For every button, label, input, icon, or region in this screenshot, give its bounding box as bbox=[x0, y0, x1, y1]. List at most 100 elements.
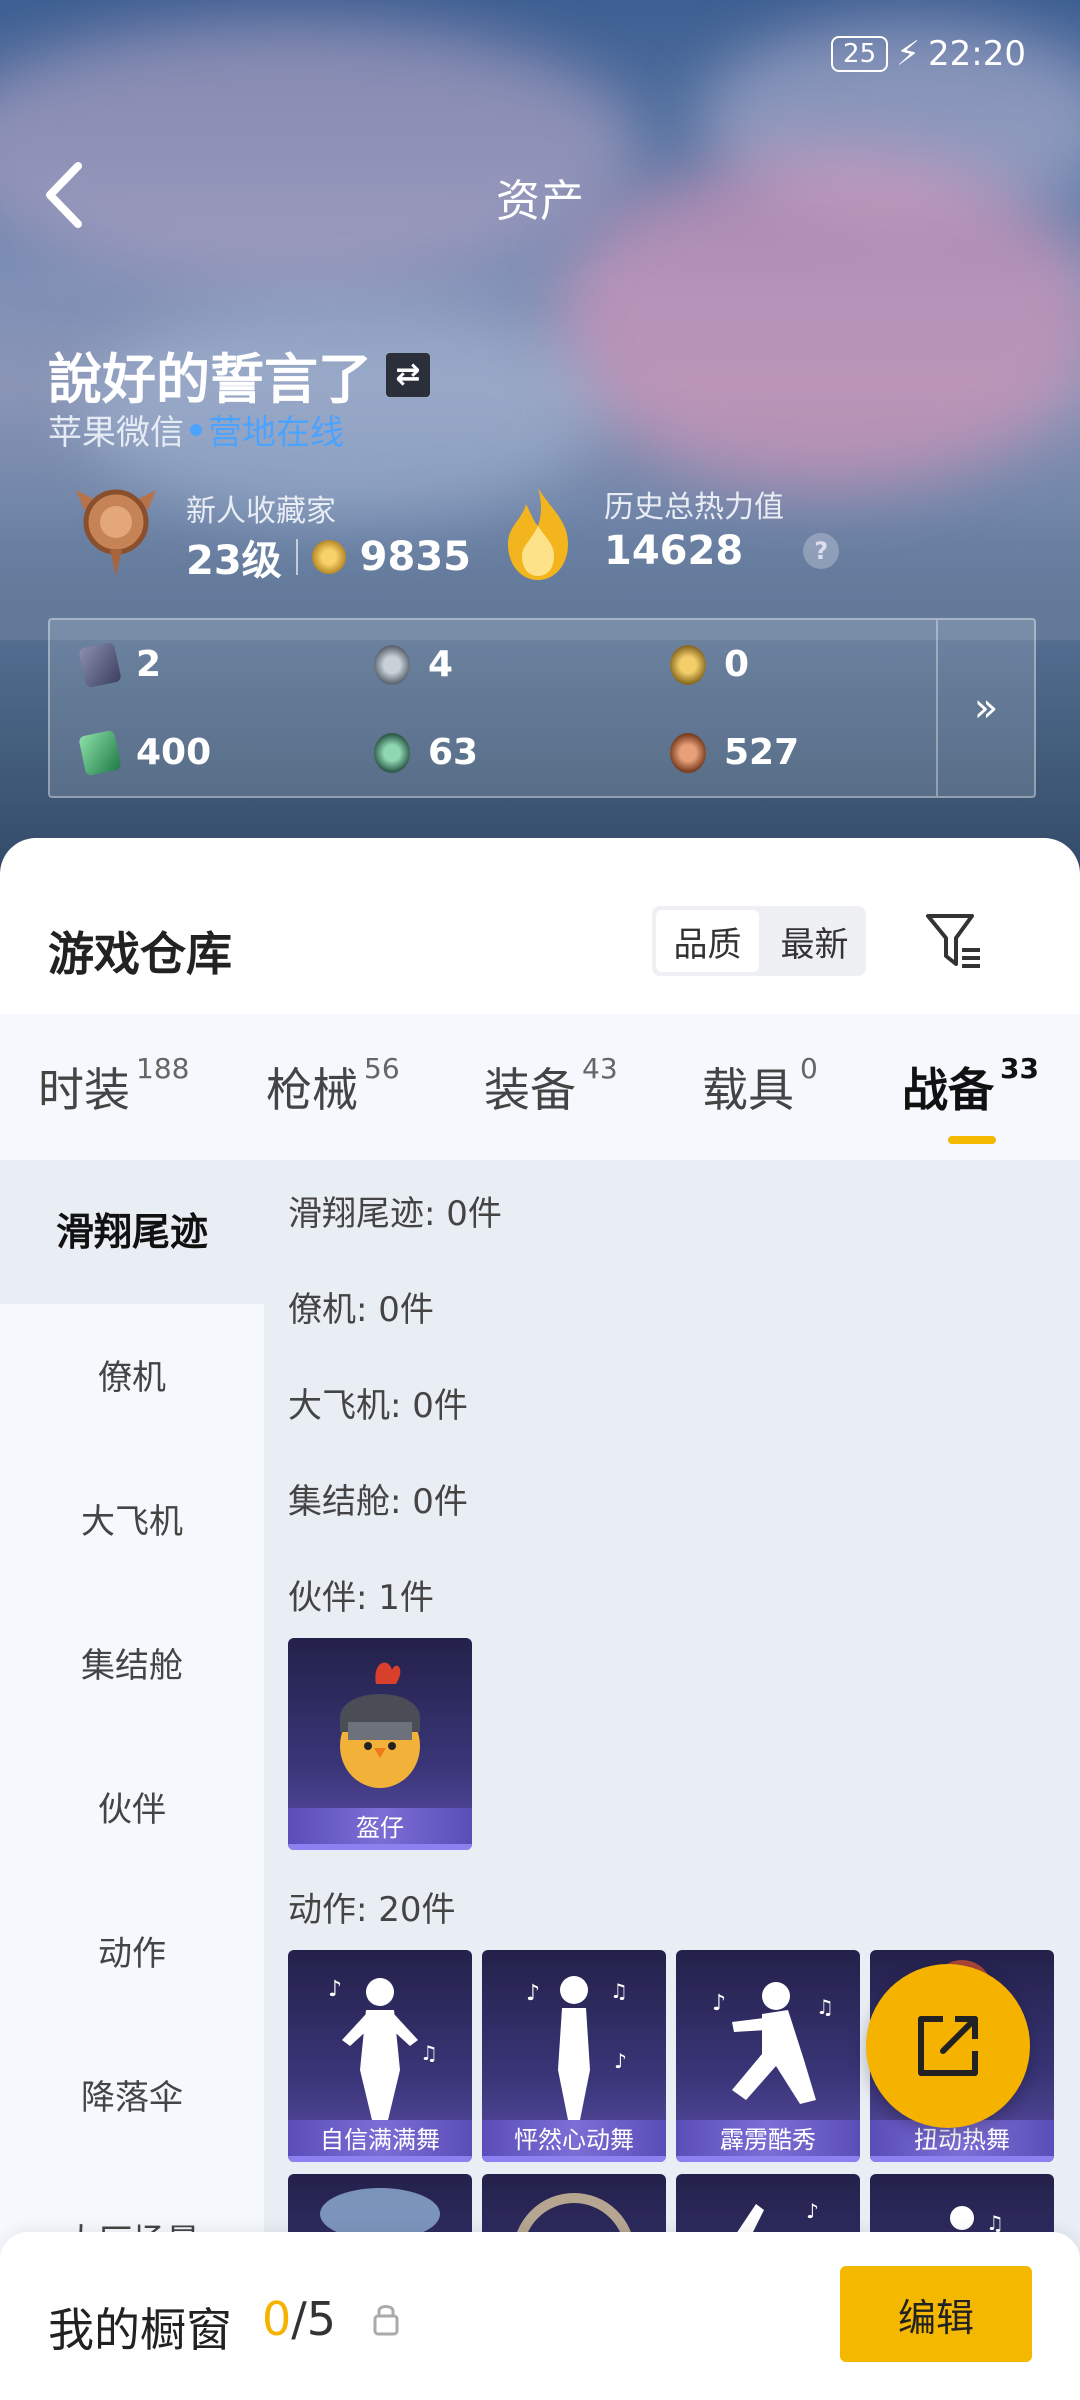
currency-item: 400 bbox=[78, 729, 212, 776]
edit-button[interactable]: 编辑 bbox=[840, 2266, 1032, 2362]
dance-pose-icon: ♪♫ bbox=[328, 1977, 438, 2120]
currency-item: 0 bbox=[670, 644, 749, 685]
rarity-bar bbox=[288, 2156, 472, 2162]
gold-coin-icon bbox=[670, 644, 706, 685]
ticket-icon bbox=[78, 729, 122, 776]
collector-title: 新人收藏家 bbox=[186, 494, 336, 529]
section-label: 滑翔尾迹: 0件 bbox=[288, 1194, 502, 1234]
silver-coin-icon bbox=[374, 644, 410, 685]
currency-panel[interactable]: 2 4 0 400 63 527 » bbox=[48, 618, 1036, 798]
sidebar-item-parachute[interactable]: 降落伞 bbox=[0, 2070, 264, 2119]
sidebar-item-wingman[interactable]: 僚机 bbox=[0, 1350, 264, 1399]
heat-row: 14628 ? bbox=[604, 528, 840, 574]
share-icon bbox=[918, 2016, 978, 2076]
sidebar-item-action[interactable]: 动作 bbox=[0, 1926, 264, 1975]
online-status: 营地在线 bbox=[208, 413, 344, 453]
rarity-bar bbox=[288, 1844, 472, 1850]
svg-text:♪: ♪ bbox=[614, 2049, 627, 2073]
expand-currency-icon[interactable]: » bbox=[936, 620, 1034, 796]
user-name-row: 說好的誓言了 ⇄ bbox=[48, 335, 430, 414]
tab-vehicles[interactable]: 载具 0 bbox=[702, 1052, 818, 1120]
bronze-coin-icon bbox=[670, 732, 706, 773]
active-tab-indicator bbox=[948, 1136, 996, 1144]
tab-equipment[interactable]: 装备 43 bbox=[484, 1052, 618, 1120]
heat-value: 14628 bbox=[604, 528, 744, 574]
user-name: 說好的誓言了 bbox=[48, 348, 372, 411]
heat-label: 历史总热力值 bbox=[604, 490, 784, 525]
sidebar-item-big-plane[interactable]: 大飞机 bbox=[0, 1494, 264, 1543]
help-icon[interactable]: ? bbox=[803, 533, 840, 569]
section-label: 集结舱: 0件 bbox=[288, 1482, 468, 1522]
currency-value: 400 bbox=[136, 732, 212, 773]
showcase-title: 我的橱窗 bbox=[48, 2303, 232, 2357]
section-label: 大飞机: 0件 bbox=[288, 1386, 468, 1426]
warehouse-title: 游戏仓库 bbox=[48, 927, 232, 981]
share-button[interactable] bbox=[866, 1964, 1030, 2128]
showcase-count: 0/5 bbox=[262, 2292, 337, 2346]
page-title: 资产 bbox=[496, 176, 584, 227]
svg-text:♪: ♪ bbox=[806, 2199, 819, 2223]
item-list: 滑翔尾迹: 0件 僚机: 0件 大飞机: 0件 集结舱: 0件 伙伴: 1件 盔… bbox=[264, 1160, 1080, 2400]
switch-account-icon[interactable]: ⇄ bbox=[386, 352, 430, 397]
svg-text:♫: ♫ bbox=[610, 1979, 628, 2003]
divider bbox=[295, 539, 298, 575]
coin-icon bbox=[311, 540, 346, 574]
tab-fashion[interactable]: 时装 188 bbox=[38, 1052, 189, 1120]
flame-icon bbox=[508, 488, 568, 580]
section-label: 伙伴: 1件 bbox=[288, 1578, 434, 1618]
warehouse-sheet: 游戏仓库 品质 最新 时装 188 枪械 56 装备 43 载具 0 战备 33 滑翔尾迹… bbox=[0, 838, 1080, 2400]
sort-quality[interactable]: 品质 bbox=[656, 910, 759, 972]
item-card[interactable]: ♪ ♫ 自信满满舞 bbox=[288, 1950, 472, 2162]
green-coin-icon bbox=[374, 732, 410, 773]
svg-text:♫: ♫ bbox=[816, 1995, 834, 2019]
coin-count: 9835 bbox=[359, 534, 471, 580]
dance-pose-icon: ♪ ♫ ♪ bbox=[526, 1976, 628, 2120]
svg-text:♪: ♪ bbox=[328, 1977, 342, 2002]
sort-toggle: 品质 最新 bbox=[652, 906, 866, 976]
sidebar-item-glide-trail[interactable]: 滑翔尾迹 bbox=[0, 1160, 264, 1304]
sidebar: 滑翔尾迹 僚机 大飞机 集结舱 伙伴 动作 降落伞 大厅场景 bbox=[0, 1160, 264, 2400]
category-tabs: 时装 188 枪械 56 装备 43 载具 0 战备 33 bbox=[0, 1014, 1080, 1160]
sidebar-item-assembly[interactable]: 集结舱 bbox=[0, 1638, 264, 1687]
currency-value: 4 bbox=[428, 644, 454, 685]
profile-header: 25 ⚡ 22:20 资产 說好的誓言了 ⇄ 苹果微信 营地在线 新人收藏家 2… bbox=[0, 0, 1080, 880]
svg-text:♪: ♪ bbox=[526, 1981, 540, 2006]
battery-indicator: 25 bbox=[831, 36, 889, 72]
sidebar-item-companion[interactable]: 伙伴 bbox=[0, 1782, 264, 1831]
currency-item: 2 bbox=[78, 641, 162, 688]
collector-medal-icon bbox=[76, 489, 156, 576]
filter-icon[interactable] bbox=[924, 910, 984, 970]
chick-companion-icon bbox=[340, 1662, 420, 1788]
sort-newest[interactable]: 最新 bbox=[763, 906, 866, 976]
level-row: 23级 9835 bbox=[186, 528, 471, 586]
card-icon bbox=[78, 641, 122, 688]
currency-value: 2 bbox=[136, 644, 162, 685]
dance-pose-icon: ♪♫ bbox=[712, 1982, 834, 2104]
platform-label: 苹果微信 bbox=[48, 413, 184, 453]
rarity-bar bbox=[482, 2156, 666, 2162]
item-card[interactable]: ♪ ♫ ♪ 怦然心动舞 bbox=[482, 1950, 666, 2162]
showcase-bar: 我的橱窗 0/5 编辑 bbox=[0, 2232, 1080, 2400]
lock-icon bbox=[373, 2305, 399, 2336]
tab-guns[interactable]: 枪械 56 bbox=[266, 1052, 400, 1120]
clock: 22:20 bbox=[928, 34, 1026, 74]
level: 23级 bbox=[186, 538, 282, 584]
account-info: 苹果微信 营地在线 bbox=[48, 405, 344, 454]
charging-icon: ⚡ bbox=[896, 34, 921, 74]
item-card[interactable]: 盔仔 bbox=[288, 1638, 472, 1850]
background-cloud bbox=[0, 20, 640, 280]
svg-text:♪: ♪ bbox=[712, 1991, 726, 2016]
tab-readiness[interactable]: 战备 33 bbox=[902, 1052, 1039, 1120]
rarity-bar bbox=[676, 2156, 860, 2162]
currency-item: 63 bbox=[374, 732, 478, 773]
rarity-bar bbox=[870, 2156, 1054, 2162]
currency-item: 4 bbox=[374, 644, 453, 685]
section-label: 动作: 20件 bbox=[288, 1890, 456, 1930]
svg-text:♫: ♫ bbox=[420, 2041, 438, 2065]
currency-value: 63 bbox=[428, 732, 479, 773]
online-dot-icon bbox=[190, 423, 202, 436]
currency-value: 0 bbox=[724, 644, 750, 685]
item-card[interactable]: ♪ ♫ 霹雳酷秀 bbox=[676, 1950, 860, 2162]
currency-value: 527 bbox=[724, 732, 800, 773]
status-bar: 25 ⚡ 22:20 bbox=[831, 34, 1026, 74]
